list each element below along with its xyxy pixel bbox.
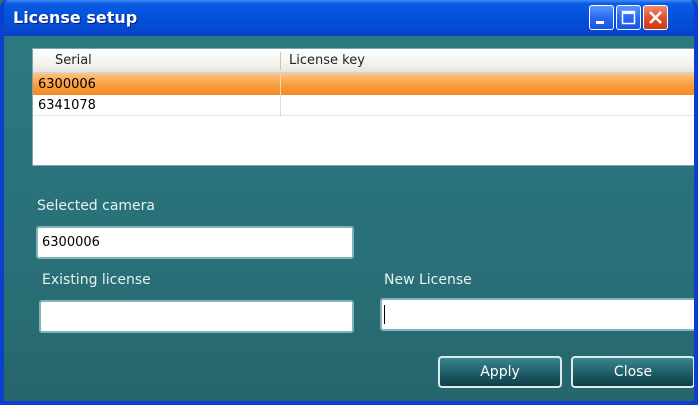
close-icon bbox=[649, 11, 662, 24]
table-row-selected[interactable]: 6300006 bbox=[33, 74, 694, 95]
close-button[interactable]: Close bbox=[571, 356, 694, 388]
existing-license-field[interactable] bbox=[39, 300, 354, 333]
cell-divider bbox=[280, 74, 281, 95]
existing-license-label: Existing license bbox=[42, 272, 151, 288]
column-header-license-key[interactable]: License key bbox=[289, 49, 365, 72]
text-caret bbox=[384, 305, 385, 324]
title-bar[interactable]: License setup bbox=[4, 0, 694, 36]
cell-divider bbox=[280, 95, 281, 116]
minimize-button[interactable] bbox=[589, 5, 614, 30]
column-divider[interactable] bbox=[280, 52, 281, 70]
cell-serial: 6341078 bbox=[38, 98, 96, 113]
close-window-button[interactable] bbox=[643, 5, 668, 30]
selected-camera-label: Selected camera bbox=[37, 198, 156, 214]
apply-button[interactable]: Apply bbox=[438, 356, 562, 388]
new-license-label: New License bbox=[384, 272, 472, 288]
maximize-button[interactable] bbox=[616, 5, 641, 30]
table-row[interactable]: 6341078 bbox=[33, 95, 694, 116]
maximize-icon bbox=[621, 10, 636, 25]
selected-camera-field[interactable]: 6300006 bbox=[36, 226, 354, 259]
new-license-input[interactable] bbox=[380, 298, 694, 331]
camera-license-table: Serial License key 6300006 6341078 bbox=[32, 48, 694, 166]
window-title: License setup bbox=[13, 8, 138, 27]
cell-serial: 6300006 bbox=[38, 77, 96, 92]
license-setup-window: License setup Serial License key 6300006… bbox=[0, 0, 698, 405]
column-header-serial[interactable]: Serial bbox=[55, 49, 92, 72]
table-header: Serial License key bbox=[33, 49, 694, 74]
minimize-icon bbox=[596, 21, 604, 24]
